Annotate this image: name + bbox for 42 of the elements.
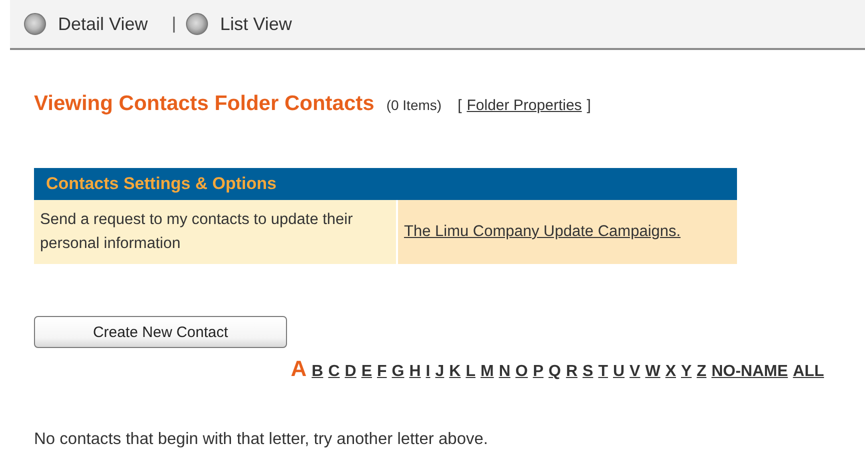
panel-header: Contacts Settings & Options <box>34 168 737 200</box>
bracket: ] <box>586 97 591 114</box>
letter-link[interactable]: K <box>449 363 461 381</box>
letter-link[interactable]: Y <box>681 363 692 381</box>
radio-button[interactable] <box>186 13 208 35</box>
letter-link[interactable]: J <box>435 363 444 381</box>
bracket: [ <box>458 97 462 114</box>
letter-link[interactable]: E <box>361 363 372 381</box>
letter-link[interactable]: ALL <box>792 363 824 381</box>
letter-link[interactable]: S <box>582 363 594 381</box>
create-contact-button[interactable]: Create New Contact <box>34 316 287 348</box>
option-description: Send a request to my contacts to update their personal information <box>34 200 396 264</box>
letter-link[interactable]: V <box>630 363 640 381</box>
letter-link[interactable]: B <box>312 363 324 381</box>
letter-link[interactable]: R <box>566 363 578 381</box>
letter-link[interactable]: NO-NAME <box>711 363 788 381</box>
letter-link[interactable]: I <box>426 363 430 381</box>
page-title: Viewing Contacts Folder Contacts <box>34 92 374 116</box>
letter-link[interactable]: X <box>665 363 676 381</box>
letter-link[interactable]: P <box>532 363 544 381</box>
empty-message: No contacts that begin with that letter, try another letter above. <box>34 430 490 449</box>
folder-properties-link[interactable]: Folder Properties <box>466 97 582 114</box>
letter-link[interactable]: H <box>409 363 421 381</box>
letter-link[interactable]: G <box>392 363 404 381</box>
letter-link[interactable]: W <box>645 363 660 381</box>
letter-link[interactable]: L <box>466 363 476 381</box>
separator: | <box>172 14 176 34</box>
letter-link[interactable]: O <box>515 363 528 381</box>
letter-link[interactable]: T <box>598 363 608 381</box>
letter-link[interactable]: F <box>377 363 387 381</box>
letter-link[interactable]: Q <box>548 363 561 381</box>
letter-link[interactable]: D <box>344 363 356 381</box>
item-count: (0 Items) <box>386 97 442 113</box>
campaign-link[interactable]: The Limu Company Update Campaigns. <box>404 223 681 241</box>
letter-link[interactable]: Z <box>696 363 706 381</box>
view-option-label[interactable]: Detail View <box>58 14 148 34</box>
letter-link[interactable]: M <box>480 363 494 381</box>
letter-link[interactable]: C <box>328 363 340 381</box>
letter-link[interactable]: U <box>612 363 625 381</box>
letter-link[interactable]: N <box>498 363 510 381</box>
radio-button[interactable] <box>24 13 46 35</box>
view-option-label[interactable]: List View <box>220 14 292 34</box>
